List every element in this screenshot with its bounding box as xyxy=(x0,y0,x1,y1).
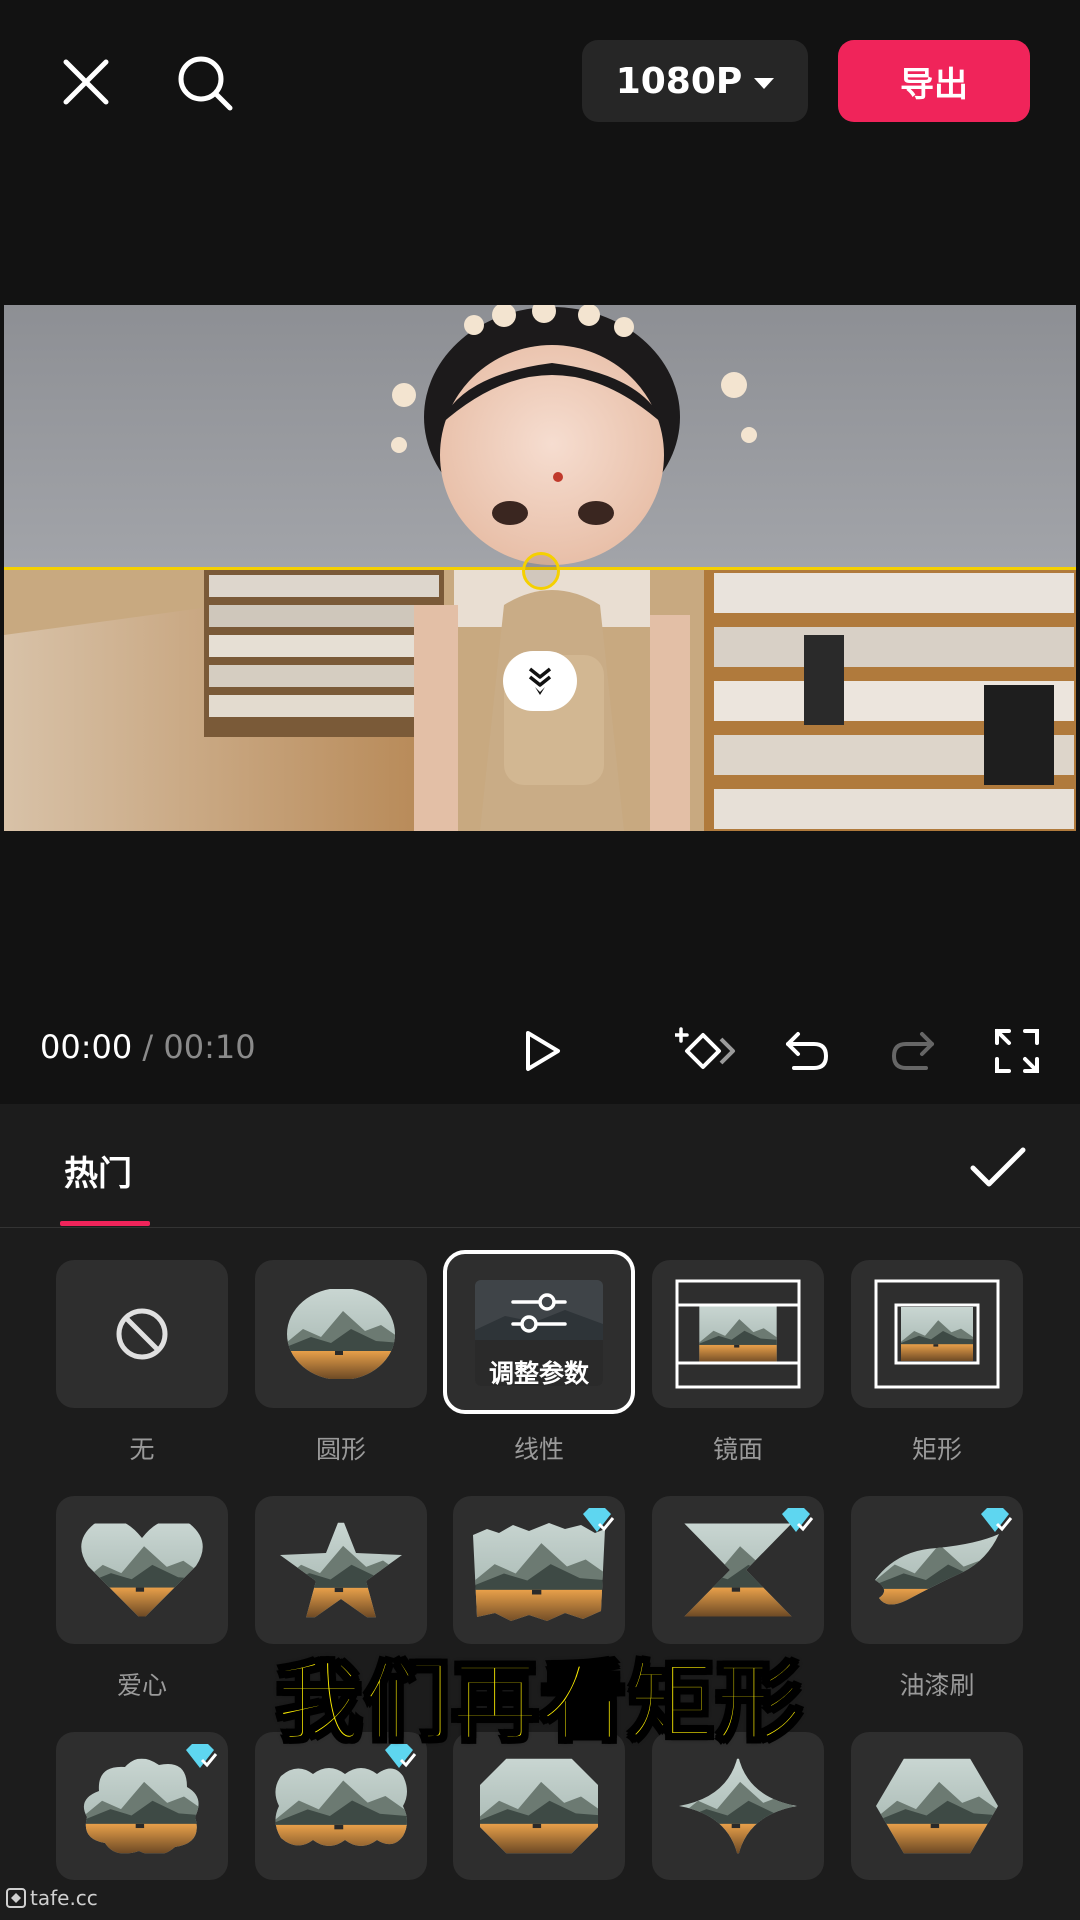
watermark-text: tafe.cc xyxy=(30,1886,98,1910)
hexagon-mask-icon xyxy=(876,1758,998,1854)
mask-rectangle[interactable] xyxy=(851,1260,1023,1408)
watermark: tafe.cc xyxy=(6,1886,98,1910)
mask-none[interactable] xyxy=(56,1260,228,1408)
chevrons-down-icon xyxy=(528,667,552,695)
adjust-params-button[interactable]: 调整参数 xyxy=(447,1354,631,1390)
add-keyframe-icon[interactable] xyxy=(674,1024,738,1078)
tab-active-indicator xyxy=(60,1221,150,1226)
mask-star[interactable] xyxy=(255,1496,427,1644)
mask-panel: 热门 无 圆形 调整参数 线性 镜面 矩形 爱心 油漆刷 xyxy=(0,1104,1080,1920)
top-bar: 1080P 导出 xyxy=(0,0,1080,160)
resolution-label: 1080P xyxy=(615,60,743,102)
total-time: 00:10 xyxy=(163,1028,256,1066)
none-icon xyxy=(116,1308,168,1360)
circle-mask-icon xyxy=(287,1289,395,1379)
chevron-down-icon xyxy=(754,77,775,89)
tab-hot[interactable]: 热门 xyxy=(64,1146,132,1195)
mask-rotate-handle[interactable] xyxy=(522,552,560,590)
current-time: 00:00 xyxy=(40,1028,133,1066)
watermark-logo-icon xyxy=(6,1888,26,1908)
video-preview[interactable] xyxy=(4,305,1076,831)
rectangle-mask-icon xyxy=(874,1279,1000,1389)
close-icon[interactable] xyxy=(56,52,116,112)
mask-label: 无 xyxy=(129,1435,155,1464)
fullscreen-icon[interactable] xyxy=(990,1024,1044,1078)
video-subtitle: 我们再看矩形 xyxy=(275,1652,804,1755)
mask-circle[interactable] xyxy=(255,1260,427,1408)
wavy-mask-icon xyxy=(275,1768,408,1846)
mirror-mask-icon xyxy=(675,1279,801,1389)
mask-label: 线性 xyxy=(513,1435,564,1464)
feather-handle[interactable] xyxy=(503,651,577,711)
paint-brush-mask-icon xyxy=(875,1534,999,1605)
four-point-star-mask-icon xyxy=(679,1758,797,1854)
mask-label: 圆形 xyxy=(315,1435,366,1464)
octagon-mask-icon xyxy=(480,1758,598,1854)
vip-diamond-icon xyxy=(981,1508,1013,1532)
play-icon[interactable] xyxy=(514,1024,568,1078)
mask-label: 镜面 xyxy=(712,1435,763,1464)
export-button[interactable]: 导出 xyxy=(838,40,1030,122)
resolution-dropdown[interactable]: 1080P xyxy=(582,40,808,122)
mask-label: 矩形 xyxy=(911,1435,962,1464)
star-mask-icon xyxy=(280,1522,402,1618)
vip-diamond-icon xyxy=(782,1508,814,1532)
mask-torn-paper[interactable] xyxy=(453,1496,625,1644)
undo-icon[interactable] xyxy=(780,1024,834,1078)
panel-header: 热门 xyxy=(0,1104,1080,1228)
vip-diamond-icon xyxy=(583,1508,615,1532)
mask-paint-brush[interactable] xyxy=(851,1496,1023,1644)
timecode: 00:00 / 00:10 xyxy=(40,1028,256,1066)
redo-icon[interactable] xyxy=(886,1024,940,1078)
time-separator: / xyxy=(142,1028,154,1066)
mask-mirror[interactable] xyxy=(652,1260,824,1408)
mask-hourglass[interactable] xyxy=(652,1496,824,1644)
playback-bar: 00:00 / 00:10 xyxy=(0,1010,1080,1090)
mask-heart[interactable] xyxy=(56,1496,228,1644)
confirm-check-icon[interactable] xyxy=(966,1140,1030,1196)
heart-mask-icon xyxy=(81,1523,203,1617)
mask-linear-selected[interactable]: 调整参数 xyxy=(443,1250,635,1414)
search-icon[interactable] xyxy=(172,50,238,116)
